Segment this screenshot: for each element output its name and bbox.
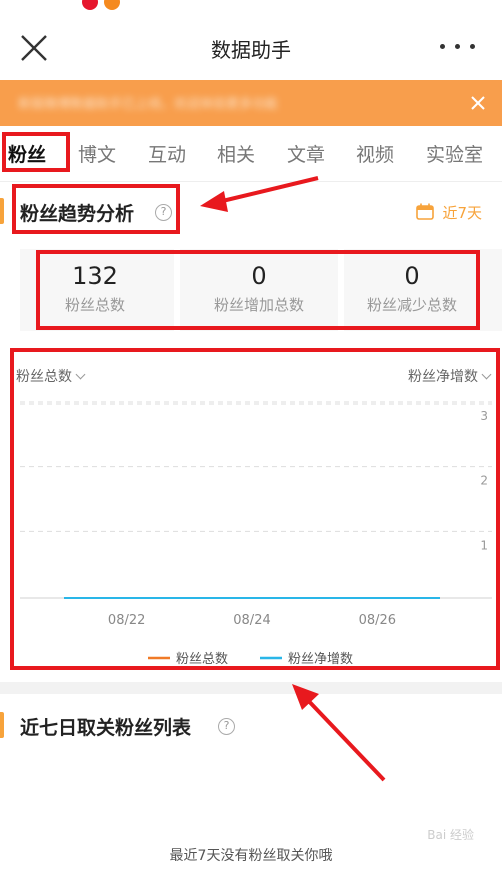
x-tick-label: 08/24 — [233, 613, 270, 628]
empty-state-text: 最近7天没有粉丝取关你哦 — [169, 848, 333, 864]
tab-bar: 粉丝 博文 互动 相关 文章 视频 实验室 — [0, 126, 502, 182]
stat-total-fans: 132 粉丝总数 — [20, 249, 170, 331]
help-icon[interactable]: ? — [218, 718, 235, 735]
annotation-arrow — [292, 684, 386, 782]
y-tick-label: 2 — [480, 474, 488, 488]
help-icon[interactable]: ? — [155, 204, 172, 221]
stats-summary: 132 粉丝总数 0 粉丝增加总数 0 粉丝减少总数 — [20, 249, 502, 331]
section-accent — [0, 712, 4, 738]
stat-label: 粉丝增加总数 — [213, 296, 304, 314]
tab-lab[interactable]: 实验室 — [426, 140, 483, 167]
page-title: 数据助手 — [211, 38, 291, 62]
legend-label: 粉丝净增数 — [288, 652, 353, 667]
chart-canvas: 1 2 3 08/22 08/24 08/26 粉丝总数 粉丝净增数 — [20, 401, 492, 667]
watermark: Bai 经验 — [427, 828, 474, 842]
app-status-icon — [104, 0, 120, 10]
tab-videos[interactable]: 视频 — [356, 140, 394, 167]
stat-fans-lost: 0 粉丝减少总数 — [337, 249, 487, 331]
status-bar — [0, 0, 502, 14]
section-gap — [0, 682, 502, 694]
notice-text: 新版微博数据助手已上线，欢迎体验更多功能 — [18, 97, 279, 112]
calendar-icon — [416, 203, 434, 220]
annotation-arrow — [200, 176, 319, 212]
tab-posts[interactable]: 博文 — [78, 140, 116, 167]
y-tick-label: 1 — [480, 538, 488, 552]
stat-value: 0 — [404, 262, 420, 290]
stat-value: 0 — [251, 262, 267, 290]
nav-bar: 数据助手 — [0, 14, 502, 80]
weibo-status-icon — [82, 0, 98, 10]
section-accent — [0, 198, 4, 224]
stat-label: 粉丝减少总数 — [366, 296, 457, 314]
close-icon[interactable] — [468, 93, 488, 113]
tab-interaction[interactable]: 互动 — [148, 140, 186, 167]
tab-articles[interactable]: 文章 — [287, 140, 325, 167]
stat-fans-gained: 0 粉丝增加总数 — [184, 249, 334, 331]
stat-label: 粉丝总数 — [64, 296, 125, 314]
stat-value: 132 — [72, 262, 118, 290]
period-selector[interactable]: 近7天 — [442, 202, 482, 223]
more-icon[interactable] — [440, 40, 476, 52]
unfollow-title: 近七日取关粉丝列表 — [20, 717, 192, 739]
tab-related[interactable]: 相关 — [217, 140, 255, 167]
legend-label: 粉丝总数 — [176, 652, 228, 667]
fans-trend-chart: 粉丝总数 粉丝净增数 1 2 3 08/22 08/24 08/26 粉丝总数 粉丝净增数 — [0, 352, 502, 682]
x-tick-label: 08/26 — [359, 613, 396, 628]
y-tick-label: 3 — [480, 409, 488, 423]
tab-fans[interactable]: 粉丝 — [8, 140, 46, 167]
x-tick-label: 08/22 — [108, 613, 145, 628]
trend-title: 粉丝趋势分析 — [20, 203, 135, 225]
notice-banner: 新版微博数据助手已上线，欢迎体验更多功能 — [0, 80, 502, 126]
divider — [174, 249, 180, 331]
